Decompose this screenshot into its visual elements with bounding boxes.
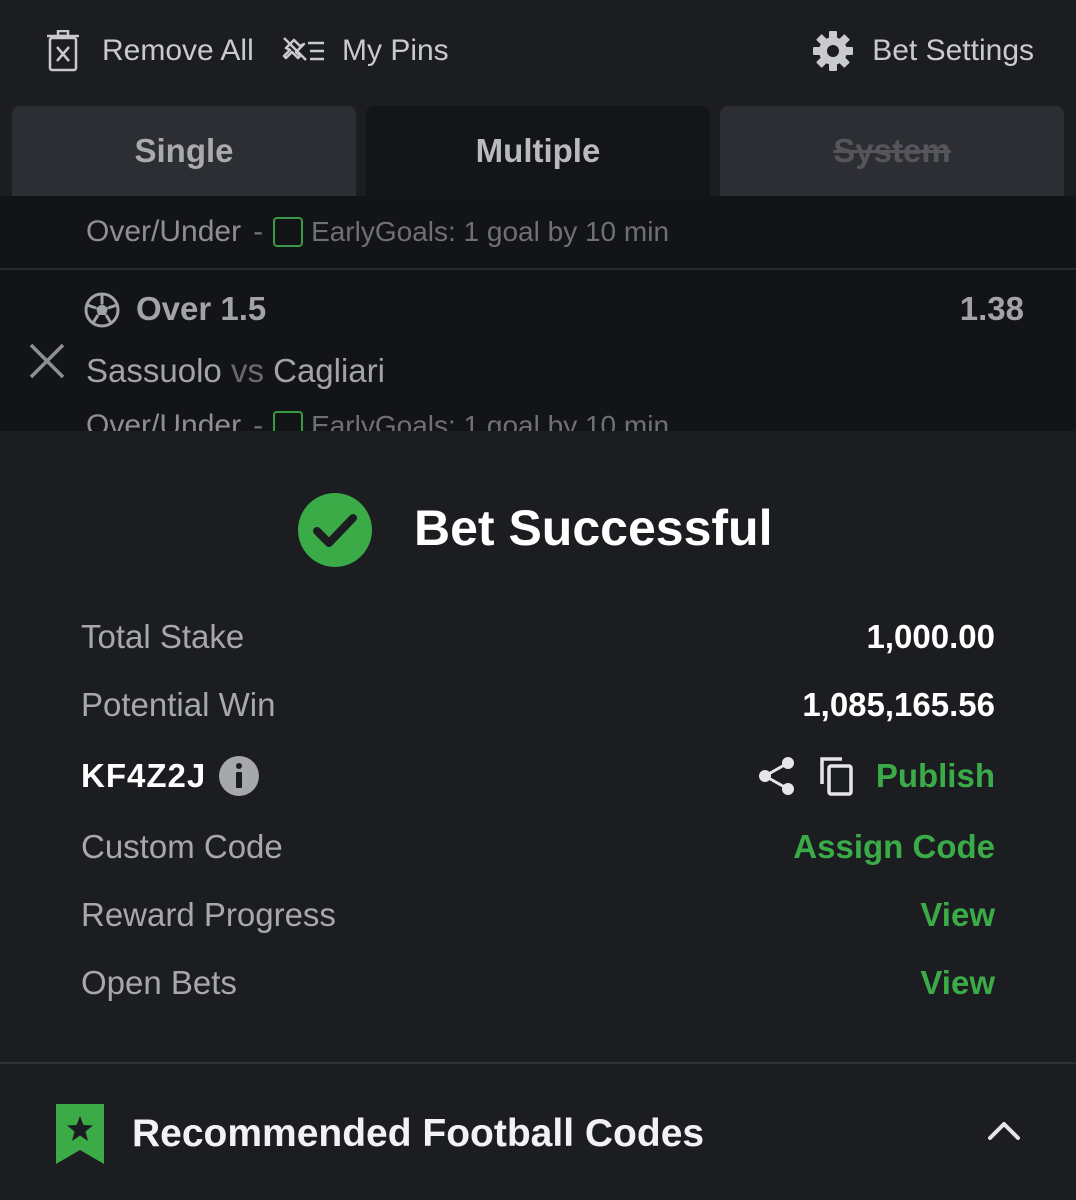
my-pins-button[interactable]: My Pins [282, 26, 449, 76]
market-name: Over/Under [86, 409, 242, 431]
booking-code: KF4Z2J [81, 757, 207, 794]
recommended-codes-header[interactable]: Recommended Football Codes [0, 1064, 1076, 1200]
market-name: Over/Under [86, 215, 242, 248]
divider [0, 268, 1076, 270]
remove-all-label: Remove All [102, 34, 254, 67]
bet-type-tabs: Single Multiple System [0, 106, 1076, 196]
early-goals-tag: EarlyGoals: 1 goal by 10 min [311, 216, 670, 247]
market-row: Over/Under - EarlyGoals: 1 goal by 10 mi… [86, 406, 669, 431]
trash-icon [47, 30, 79, 72]
reward-progress-row: Reward Progress View [81, 891, 995, 939]
publish-link[interactable]: Publish [876, 757, 995, 795]
close-icon[interactable] [28, 342, 66, 380]
booking-code-actions: Publish [758, 756, 995, 796]
bookmark-star-icon [56, 1104, 104, 1164]
tab-system[interactable]: System [720, 106, 1064, 196]
football-icon [84, 292, 120, 328]
total-stake-row: Total Stake 1,000.00 [81, 613, 995, 661]
market-separator: - [253, 215, 264, 248]
info-icon[interactable] [218, 755, 260, 797]
booking-code-group: KF4Z2J [81, 755, 260, 797]
early-goals-checkbox[interactable] [273, 217, 304, 247]
check-circle-icon [298, 493, 372, 567]
betslip-toolbar: Remove All My Pins Bet Settings [0, 0, 1076, 106]
home-team: Sassuolo [86, 352, 222, 389]
selection-name: Over 1.5 [136, 290, 267, 327]
early-goals-checkbox[interactable] [273, 411, 304, 431]
market-separator: - [253, 409, 264, 431]
tab-multiple[interactable]: Multiple [366, 106, 710, 196]
open-bets-row: Open Bets View [81, 959, 995, 1007]
assign-code-link[interactable]: Assign Code [793, 828, 995, 866]
open-bets-view-link[interactable]: View [920, 964, 995, 1002]
tab-single[interactable]: Single [12, 106, 356, 196]
potential-win-row: Potential Win 1,085,165.56 [81, 681, 995, 729]
copy-icon[interactable] [818, 756, 854, 796]
bet-settings-label: Bet Settings [872, 34, 1034, 67]
away-team: Cagliari [273, 352, 385, 389]
potential-win-value: 1,085,165.56 [802, 686, 995, 723]
early-goals-tag: EarlyGoals: 1 goal by 10 min [311, 410, 670, 431]
total-stake-value: 1,000.00 [866, 618, 995, 655]
success-title: Bet Successful [414, 500, 773, 556]
open-bets-label: Open Bets [81, 964, 237, 1001]
selection-odds: 1.38 [959, 290, 1024, 327]
recommended-title: Recommended Football Codes [132, 1112, 705, 1155]
bet-settings-button[interactable]: Bet Settings [812, 26, 1034, 76]
my-pins-label: My Pins [342, 34, 449, 67]
bet-success-panel: Bet Successful Total Stake 1,000.00 Pote… [0, 431, 1076, 1062]
match-name: Sassuolo vs Cagliari [86, 352, 385, 390]
custom-code-row: Custom Code Assign Code [81, 823, 995, 871]
reward-progress-label: Reward Progress [81, 896, 336, 933]
remove-all-button[interactable]: Remove All [46, 26, 254, 76]
reward-progress-view-link[interactable]: View [920, 896, 995, 934]
booking-code-row: KF4Z2J Publish [81, 752, 995, 800]
bet-selections-list: Over/Under - EarlyGoals: 1 goal by 10 mi… [0, 196, 1076, 431]
custom-code-label: Custom Code [81, 828, 283, 865]
vs-separator: vs [230, 352, 264, 389]
share-icon[interactable] [758, 756, 796, 796]
gear-icon [813, 31, 854, 71]
chevron-up-icon[interactable] [986, 1120, 1022, 1142]
pin-icon [282, 37, 324, 61]
market-row: Over/Under - EarlyGoals: 1 goal by 10 mi… [86, 212, 669, 252]
potential-win-label: Potential Win [81, 686, 276, 723]
total-stake-label: Total Stake [81, 618, 245, 655]
